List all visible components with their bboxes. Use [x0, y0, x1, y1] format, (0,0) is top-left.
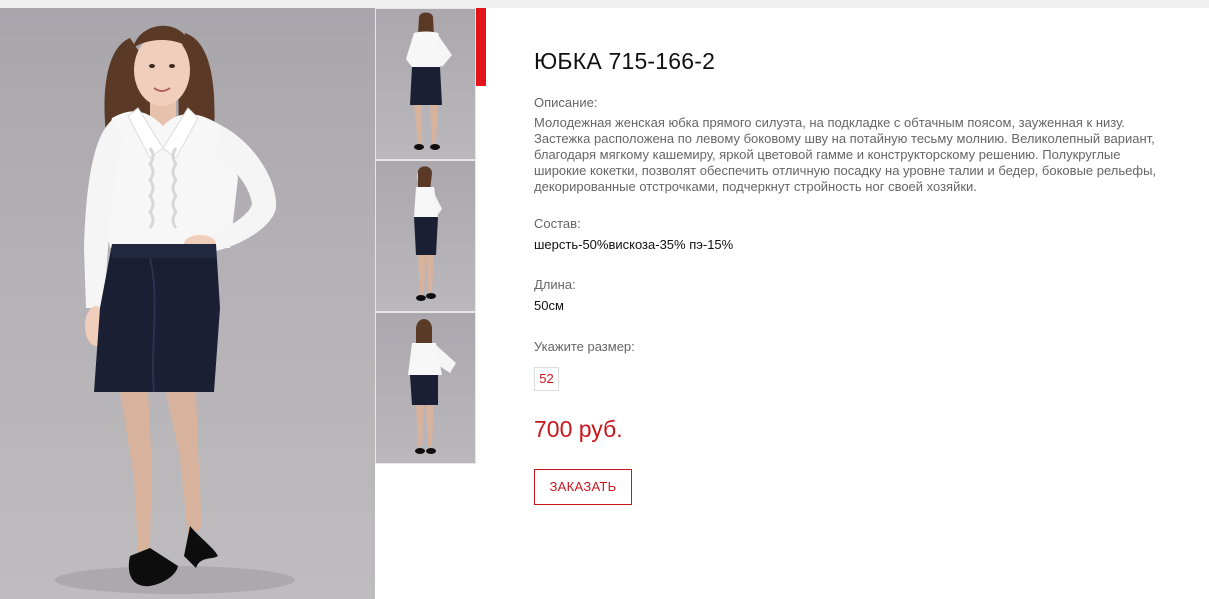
model-illustration: [55, 25, 295, 594]
size-label: Укажите размер:: [534, 339, 635, 354]
description-section: Описание: Молодежная женская юбка прямог…: [534, 95, 1184, 195]
product-price: 700 руб.: [534, 416, 623, 442]
accent-bar: [476, 8, 486, 86]
composition-value: шерсть-50%вискоза-35% пэ-15%: [534, 237, 734, 252]
thumbnail-model-back: [408, 319, 456, 454]
thumbnail-model-front: [406, 12, 452, 150]
main-product-photo[interactable]: [0, 8, 375, 599]
description-text: Молодежная женская юбка прямого силуэта,…: [534, 115, 1157, 194]
length-label: Длина:: [534, 277, 576, 292]
top-bar: [0, 0, 1209, 8]
size-section: Укажите размер: 52: [534, 339, 1184, 391]
composition-section: Состав: шерсть-50%вискоза-35% пэ-15%: [534, 216, 1184, 253]
thumbnail-gallery: [375, 8, 476, 464]
length-value: 50см: [534, 298, 564, 313]
thumbnail-model-side: [414, 166, 442, 301]
thumbnail-side[interactable]: [375, 160, 476, 312]
length-section: Длина: 50см: [534, 277, 1184, 314]
thumbnail-front[interactable]: [375, 8, 476, 160]
thumbnail-back[interactable]: [375, 312, 476, 464]
size-option-52[interactable]: 52: [534, 367, 559, 391]
description-label: Описание:: [534, 95, 598, 110]
product-title: ЮБКА 715-166-2: [534, 48, 716, 74]
product-info: ЮБКА 715-166-2 Описание: Молодежная женс…: [534, 44, 1184, 505]
composition-label: Состав:: [534, 216, 581, 231]
order-button[interactable]: ЗАКАЗАТЬ: [534, 469, 632, 505]
